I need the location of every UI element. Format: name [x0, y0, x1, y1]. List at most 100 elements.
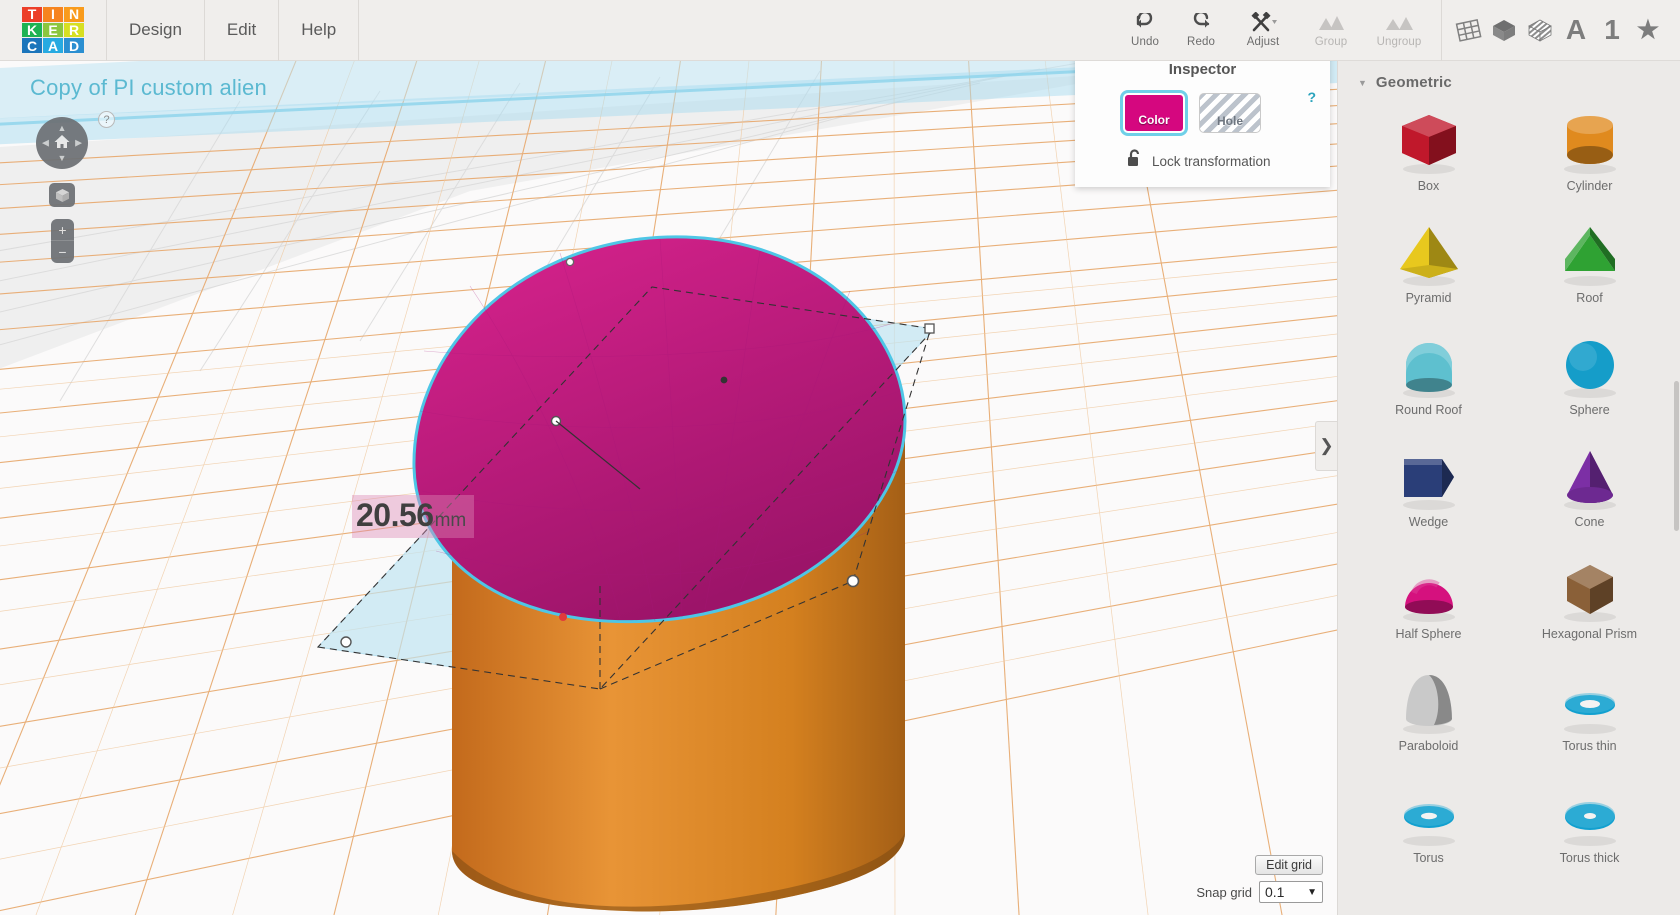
shape-item-label: Pyramid [1405, 291, 1452, 305]
nav-arrow-down-icon[interactable]: ▼ [58, 154, 67, 163]
nav-arrow-up-icon[interactable]: ▲ [58, 124, 67, 133]
crossed-tools-icon [1248, 12, 1278, 34]
torus3-thumbnail-icon [1555, 775, 1625, 853]
snap-grid-label: Snap grid [1196, 884, 1252, 900]
logo-tile-t: T [22, 7, 42, 22]
shape-item-label: Box [1417, 179, 1440, 193]
group-button[interactable]: Group [1297, 0, 1365, 61]
logo-tile-a: A [43, 38, 63, 53]
logo-tile-c: C [22, 38, 42, 53]
shape-item-roof[interactable]: Roof [1509, 209, 1670, 321]
logo-tile-n: N [64, 7, 84, 22]
workplane-grid-icon[interactable] [1450, 0, 1486, 61]
shape-item-label: Torus [1413, 851, 1444, 865]
redo-label: Redo [1187, 36, 1215, 48]
edit-tool-group: Undo Redo Adjust Group Ungroup [1117, 0, 1433, 61]
number-one-glyph: 1 [1604, 14, 1620, 45]
menu-label: Design [129, 20, 182, 39]
menu-item-design[interactable]: Design [106, 0, 205, 61]
nav-help-icon[interactable]: ? [98, 111, 115, 128]
shape-item-paraboloid[interactable]: Paraboloid [1348, 657, 1509, 769]
star-glyph: ★ [1636, 15, 1660, 44]
shape-item-cylinder[interactable]: Cylinder [1509, 97, 1670, 209]
nav-arrow-left-icon[interactable]: ◀ [42, 138, 49, 148]
home-icon[interactable] [54, 134, 71, 152]
menu-label: Edit [226, 20, 257, 39]
cube-thumbnail-icon [1394, 103, 1464, 181]
letter-a-glyph: A [1565, 14, 1587, 45]
design-title[interactable]: Copy of PI custom alien [30, 75, 267, 101]
shape-item-label: Sphere [1569, 403, 1610, 417]
open-padlock-icon [1127, 149, 1142, 173]
inspector-swatches: Color Hole [1075, 78, 1330, 133]
cylinder-thumbnail-icon [1555, 103, 1625, 181]
shape-item-torus-thin[interactable]: Torus thin [1509, 657, 1670, 769]
shape-item-torus[interactable]: Torus [1348, 769, 1509, 881]
zoom-in-button[interactable]: + [51, 219, 74, 241]
shape-item-box[interactable]: Box [1348, 97, 1509, 209]
hole-swatch-button[interactable]: Hole [1199, 93, 1261, 133]
adjust-button[interactable]: Adjust [1229, 0, 1297, 61]
menu-item-edit[interactable]: Edit [205, 0, 280, 61]
shapes-section-header[interactable]: ▼ Geometric [1338, 61, 1680, 91]
inspector-help-icon[interactable]: ? [1307, 89, 1316, 105]
menu-item-help[interactable]: Help [279, 0, 360, 61]
solid-cube-icon[interactable] [1486, 0, 1522, 61]
shape-item-label: Half Sphere [1395, 627, 1462, 641]
tinkercad-app: TINKERCAD Design Edit Help Undo Redo Adj… [0, 0, 1680, 915]
undo-button[interactable]: Undo [1117, 0, 1173, 61]
color-swatch-label: Color [1138, 113, 1170, 127]
shape-item-label: Cylinder [1566, 179, 1613, 193]
redo-arrow-icon [1189, 12, 1213, 34]
color-swatch-button[interactable]: Color [1123, 93, 1185, 133]
logo-tile-r: R [64, 22, 84, 38]
torus-thumbnail-icon [1555, 663, 1625, 741]
shape-item-label: Cone [1574, 515, 1605, 529]
shape-item-pyramid[interactable]: Pyramid [1348, 209, 1509, 321]
grid-controls: Edit grid Snap grid 0.1 ▼ [1196, 855, 1323, 903]
shape-item-sphere[interactable]: Sphere [1509, 321, 1670, 433]
chevron-down-icon: ▼ [1307, 886, 1317, 898]
hexprism-thumbnail-icon [1555, 551, 1625, 629]
panel-collapse-toggle[interactable]: ❯ [1315, 421, 1337, 471]
undo-label: Undo [1131, 36, 1159, 48]
shape-item-half-sphere[interactable]: Half Sphere [1348, 545, 1509, 657]
striped-cube-icon[interactable] [1522, 0, 1558, 61]
wedge-thumbnail-icon [1394, 439, 1464, 517]
shape-item-label: Round Roof [1395, 403, 1462, 417]
ungroup-button[interactable]: Ungroup [1365, 0, 1433, 61]
nav-arrow-right-icon[interactable]: ▶ [75, 138, 82, 148]
fit-to-view-cube-icon[interactable] [49, 183, 75, 207]
shapes-scrollbar[interactable] [1674, 381, 1679, 531]
paraboloid-thumbnail-icon [1394, 663, 1464, 741]
view-navigation-widget: ▲ ▼ ◀ ▶ ? + − [36, 111, 115, 263]
shape-item-cone[interactable]: Cone [1509, 433, 1670, 545]
view-icon-group: A 1 ★ [1441, 0, 1680, 61]
tinkercad-logo[interactable]: TIN KER CAD [22, 7, 84, 53]
shape-item-label: Torus thick [1559, 851, 1620, 865]
star-favorite-icon[interactable]: ★ [1630, 0, 1666, 61]
shape-item-round-roof[interactable]: Round Roof [1348, 321, 1509, 433]
text-letter-a-icon[interactable]: A [1558, 0, 1594, 61]
group-label: Group [1314, 36, 1348, 48]
edit-grid-button[interactable]: Edit grid [1255, 855, 1323, 875]
lock-transformation-label: Lock transformation [1152, 153, 1271, 169]
redo-button[interactable]: Redo [1173, 0, 1229, 61]
torus2-thumbnail-icon [1394, 775, 1464, 853]
dimension-unit: mm [434, 510, 467, 531]
shape-item-label: Paraboloid [1398, 739, 1459, 753]
zoom-out-button[interactable]: − [51, 241, 74, 263]
shape-item-label: Roof [1576, 291, 1603, 305]
number-one-icon[interactable]: 1 [1594, 0, 1630, 61]
shape-item-hexagonal-prism[interactable]: Hexagonal Prism [1509, 545, 1670, 657]
shape-item-label: Torus thin [1562, 739, 1617, 753]
orbit-disc[interactable]: ▲ ▼ ◀ ▶ [36, 117, 88, 169]
lock-transformation-row[interactable]: Lock transformation [1075, 133, 1330, 173]
shape-item-torus-thick[interactable]: Torus thick [1509, 769, 1670, 881]
dimension-label[interactable]: 20.56 mm [352, 495, 475, 538]
3d-viewport[interactable]: Copy of PI custom alien ▲ ▼ ◀ ▶ ? + − 20… [0, 61, 1337, 915]
shape-item-wedge[interactable]: Wedge [1348, 433, 1509, 545]
halfsphere-thumbnail-icon [1394, 551, 1464, 629]
snap-grid-select[interactable]: 0.1 ▼ [1259, 881, 1323, 903]
cone-thumbnail-icon [1555, 439, 1625, 517]
